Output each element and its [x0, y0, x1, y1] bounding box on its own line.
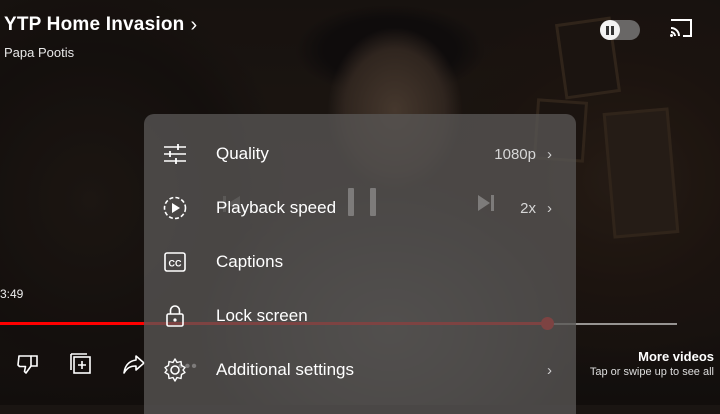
video-title: YTP Home Invasion — [4, 14, 185, 35]
more-videos-hint[interactable]: More videos Tap or swipe up to see all — [590, 349, 714, 378]
save-to-playlist-icon[interactable] — [69, 352, 93, 376]
more-videos-subtitle: Tap or swipe up to see all — [589, 366, 714, 378]
chevron-right-icon: › — [547, 145, 552, 163]
playback-speed-icon — [163, 196, 187, 220]
pause-icon — [600, 20, 620, 40]
menu-item-label: Lock screen — [216, 306, 308, 325]
menu-item-additional-settings[interactable]: Additional settings › — [144, 343, 576, 397]
lock-icon — [166, 305, 184, 327]
menu-item-playback-speed[interactable]: Playback speed 2x › — [144, 181, 576, 235]
share-icon[interactable] — [122, 352, 146, 376]
svg-text:CC: CC — [169, 259, 182, 269]
cast-icon[interactable] — [668, 16, 694, 40]
menu-item-quality[interactable]: Quality 1080p › — [144, 127, 576, 181]
menu-item-label: Captions — [216, 252, 284, 271]
current-time: 3:49 — [0, 287, 24, 301]
quality-value: 1080p — [494, 145, 536, 163]
dislike-icon[interactable] — [16, 352, 40, 376]
menu-item-label: Quality — [216, 144, 269, 163]
more-videos-title: More videos — [638, 349, 714, 364]
sliders-icon — [164, 144, 186, 164]
menu-item-label: Additional settings — [216, 360, 354, 379]
menu-item-label: Playback speed — [216, 198, 337, 217]
settings-sheet: Quality 1080p › Playback speed 2x › CC C… — [144, 114, 576, 414]
captions-icon: CC — [164, 252, 186, 272]
chevron-right-icon: › — [547, 199, 552, 217]
chevron-right-icon: › — [547, 361, 552, 379]
gear-icon — [164, 358, 186, 382]
chevron-right-icon: › — [190, 14, 198, 36]
playback-speed-value: 2x — [520, 199, 536, 217]
autoplay-toggle[interactable] — [600, 20, 640, 40]
channel-name[interactable]: Papa Pootis — [4, 45, 74, 60]
menu-item-lock-screen[interactable]: Lock screen — [144, 289, 576, 343]
menu-item-captions[interactable]: CC Captions — [144, 235, 576, 289]
video-title-link[interactable]: YTP Home Invasion › — [4, 14, 197, 36]
